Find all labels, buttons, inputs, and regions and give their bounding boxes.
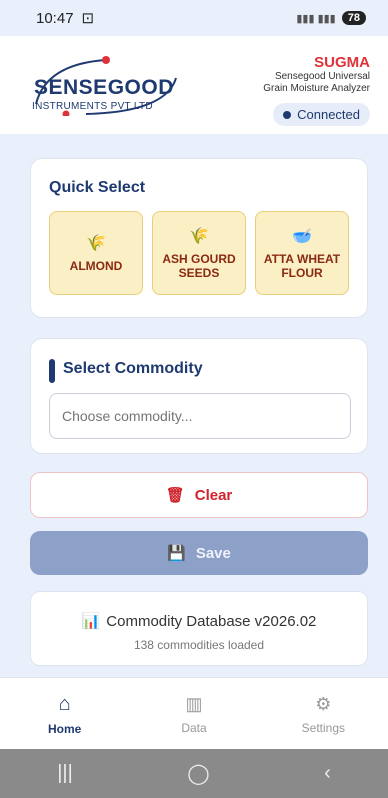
home-circle-icon[interactable]: ◯ xyxy=(187,761,209,786)
screenshot-icon: ⊡ xyxy=(81,10,95,27)
status-dot-icon xyxy=(283,110,292,119)
database-subtitle: 138 commodities loaded xyxy=(133,638,265,652)
tab-data[interactable]: ▥ Data xyxy=(129,678,258,750)
commodity-search-input[interactable] xyxy=(49,393,351,439)
tab-settings[interactable]: ⚙ Settings xyxy=(259,678,388,750)
database-title: Commodity Database v2026.02 xyxy=(106,612,317,630)
quick-select-ash-gourd-seeds[interactable]: 🌾 ASH GOURD SEEDS xyxy=(152,211,246,295)
recent-apps-icon[interactable]: ||| xyxy=(57,762,73,785)
section-accent-bar xyxy=(49,359,55,383)
connection-label: Connected xyxy=(297,107,360,122)
trash-icon: 🗑 xyxy=(165,487,185,504)
connection-badge: Connected xyxy=(273,103,370,126)
tab-label: Data xyxy=(181,720,207,735)
grain-icon: 🌾 xyxy=(86,235,106,252)
logo-main-text: SENSEGOOD xyxy=(34,76,174,99)
quick-select-label: ASH GOURD SEEDS xyxy=(162,252,236,280)
data-chart-icon: ▥ xyxy=(185,693,203,714)
system-navigation-bar: ||| ◯ ‹ xyxy=(0,749,388,798)
logo-sub-text: INSTRUMENTS PVT LTD xyxy=(32,101,153,112)
clock: 10:47 xyxy=(36,9,74,27)
brand-line-2: Grain Moisture Analyzer xyxy=(263,83,370,94)
gear-icon: ⚙ xyxy=(315,693,332,714)
quick-select-card: Quick Select 🌾 ALMOND 🌾 ASH GOURD SEEDS … xyxy=(30,158,368,318)
brand-block: SUGMA Sensegood Universal Grain Moisture… xyxy=(263,54,370,126)
clear-button[interactable]: 🗑 Clear xyxy=(30,472,368,518)
save-label: Save xyxy=(195,544,231,562)
home-icon: ⌂ xyxy=(58,692,71,715)
select-commodity-title: Select Commodity xyxy=(63,360,203,377)
grain-icon: 🌾 xyxy=(189,228,209,245)
app-header: SENSEGOOD INSTRUMENTS PVT LTD SUGMA Sens… xyxy=(0,36,388,134)
quick-select-almond[interactable]: 🌾 ALMOND xyxy=(49,211,143,295)
back-icon[interactable]: ‹ xyxy=(324,762,331,785)
select-commodity-card: Select Commodity xyxy=(30,338,368,454)
brand-name: SUGMA xyxy=(314,54,370,71)
sensegood-logo: SENSEGOOD INSTRUMENTS PVT LTD xyxy=(26,56,186,116)
tab-label: Settings xyxy=(301,720,345,735)
quick-select-label: ATTA WHEAT FLOUR xyxy=(263,252,341,280)
quick-select-title: Quick Select xyxy=(49,179,146,196)
bar-chart-icon: 📊 xyxy=(81,613,101,630)
quick-select-atta-wheat-flour[interactable]: 🥣 ATTA WHEAT FLOUR xyxy=(255,211,349,295)
battery-indicator: 78 xyxy=(341,11,366,25)
bottom-tab-bar: ⌂ Home ▥ Data ⚙ Settings xyxy=(0,677,388,750)
save-button[interactable]: 💾 Save xyxy=(30,531,368,575)
clear-label: Clear xyxy=(194,486,233,504)
brand-line-1: Sensegood Universal xyxy=(274,71,370,82)
quick-select-label: ALMOND xyxy=(69,259,123,273)
status-bar: 10:47 ⊡ ▮▮▮ ▮▮▮ 78 xyxy=(0,0,388,36)
flour-bowl-icon: 🥣 xyxy=(292,228,312,245)
floppy-disk-icon: 💾 xyxy=(167,545,186,562)
tab-home[interactable]: ⌂ Home xyxy=(0,678,129,750)
signal-icon: ▮▮▮ ▮▮▮ xyxy=(296,12,336,25)
tab-label: Home xyxy=(47,721,82,736)
commodity-database-info: 📊 Commodity Database v2026.02 138 commod… xyxy=(30,591,368,666)
